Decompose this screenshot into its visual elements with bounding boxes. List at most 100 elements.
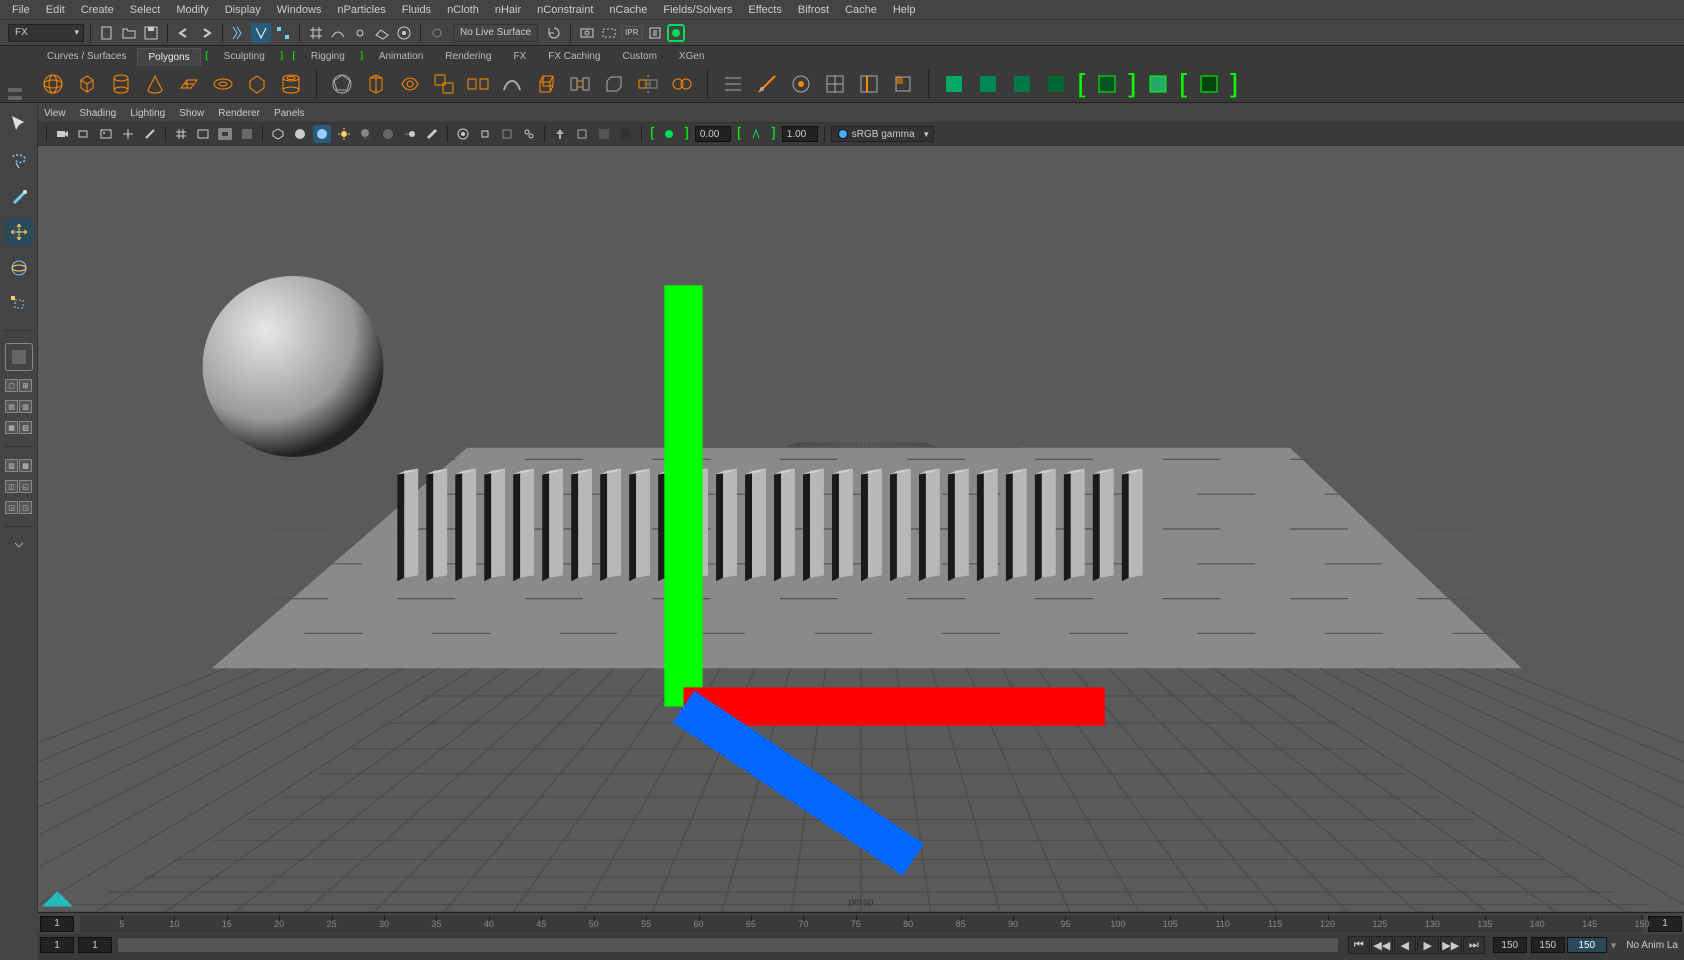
poly-platonic-icon[interactable] (329, 71, 355, 97)
exposure-lock-icon[interactable] (551, 125, 569, 143)
toolbox-collapse-icon[interactable] (5, 539, 33, 551)
menu-windows[interactable]: Windows (269, 2, 330, 18)
wireframe-icon[interactable] (269, 125, 287, 143)
current-frame-left-field[interactable] (40, 916, 74, 932)
shelf-tab-custom[interactable]: Custom (611, 47, 667, 66)
film-gate-icon[interactable] (194, 125, 212, 143)
exposure-field[interactable] (695, 126, 731, 142)
step-back-button[interactable]: ◀◀ (1371, 936, 1393, 954)
layout-persp-icon[interactable]: ▧ (19, 421, 32, 434)
motion-blur-icon[interactable] (401, 125, 419, 143)
sculpt-1-icon[interactable] (941, 71, 967, 97)
merge-icon[interactable] (669, 71, 695, 97)
layout-hyper-icon[interactable]: ◫ (5, 480, 18, 493)
play-forward-button[interactable]: ▶ (1417, 936, 1439, 954)
gamma-field[interactable] (782, 126, 818, 142)
save-scene-icon[interactable] (141, 23, 161, 43)
menu-display[interactable]: Display (217, 2, 269, 18)
shelf-tab-rendering[interactable]: Rendering (434, 47, 502, 66)
insert-loop-icon[interactable] (856, 71, 882, 97)
rotate-tool-icon[interactable] (5, 254, 33, 282)
last-tool-icon[interactable] (5, 343, 33, 371)
make-live-icon[interactable] (427, 23, 447, 43)
current-frame-right-field[interactable] (1648, 916, 1682, 932)
sculpt-3-icon[interactable] (1009, 71, 1035, 97)
select-tool-icon[interactable] (5, 110, 33, 138)
layout-graph-icon[interactable]: ▨ (5, 459, 18, 472)
layout-single-icon[interactable]: ▢ (5, 379, 18, 392)
panel-menu-view[interactable]: View (44, 108, 66, 119)
shelf-tab-fx[interactable]: FX (502, 47, 537, 66)
image-plane-icon[interactable] (97, 125, 115, 143)
menu-nhair[interactable]: nHair (487, 2, 529, 18)
layout-uv-icon[interactable]: ◱ (19, 480, 32, 493)
shelf-tab-animation[interactable]: Animation (368, 47, 434, 66)
xray-joints-icon[interactable] (520, 125, 538, 143)
multicut-icon[interactable] (754, 71, 780, 97)
select-by-object-icon[interactable] (251, 23, 271, 43)
isolate-select-icon[interactable] (476, 125, 494, 143)
menu-nparticles[interactable]: nParticles (329, 2, 393, 18)
poly-type-icon[interactable] (363, 71, 389, 97)
bridge-icon[interactable] (567, 71, 593, 97)
menu-nconstraint[interactable]: nConstraint (529, 2, 601, 18)
menu-fields-solvers[interactable]: Fields/Solvers (655, 2, 740, 18)
perspective-viewport[interactable]: persp (38, 146, 1684, 912)
snap-grid-icon[interactable] (306, 23, 326, 43)
menu-ncache[interactable]: nCache (601, 2, 655, 18)
shelf-tab-fx-caching[interactable]: FX Caching (537, 47, 611, 66)
camera-bookmark-icon[interactable] (75, 125, 93, 143)
resolution-gate-icon[interactable] (216, 125, 234, 143)
gamma-icon[interactable] (747, 125, 765, 143)
layout-two-v-icon[interactable]: ▥ (19, 400, 32, 413)
play-back-button[interactable]: ◀ (1394, 936, 1416, 954)
sculpt-5-icon[interactable] (1094, 71, 1120, 97)
open-scene-icon[interactable] (119, 23, 139, 43)
menu-fluids[interactable]: Fluids (394, 2, 439, 18)
render-settings-icon[interactable] (645, 23, 665, 43)
sculpt-2-icon[interactable] (975, 71, 1001, 97)
sculpt-4-icon[interactable] (1043, 71, 1069, 97)
quad-draw-icon[interactable] (890, 71, 916, 97)
redo-icon[interactable] (196, 23, 216, 43)
snap-plane-icon[interactable] (372, 23, 392, 43)
gate-mask-icon[interactable] (238, 125, 256, 143)
layout-two-h-icon[interactable]: ▤ (5, 400, 18, 413)
use-all-lights-icon[interactable] (335, 125, 353, 143)
menu-set-dropdown[interactable]: FX (8, 24, 84, 42)
playback-end-field[interactable] (1493, 937, 1527, 953)
edge-flow-icon[interactable] (720, 71, 746, 97)
layout-dope-icon[interactable]: ▩ (19, 459, 32, 472)
move-tool-icon[interactable] (5, 218, 33, 246)
color-pot-icon[interactable] (617, 125, 635, 143)
exposure-icon[interactable] (660, 125, 678, 143)
panel-menu-shading[interactable]: Shading (80, 108, 117, 119)
paint-select-tool-icon[interactable] (5, 182, 33, 210)
go-end-button[interactable]: ⏭ (1463, 936, 1485, 954)
panel-menu-show[interactable]: Show (179, 108, 204, 119)
go-start-button[interactable]: ⏮ (1348, 936, 1370, 954)
shelf-tab-scroll-icon[interactable] (8, 88, 22, 92)
menu-bifrost[interactable]: Bifrost (790, 2, 837, 18)
extrude-icon[interactable] (533, 71, 559, 97)
layout-outliner-icon[interactable]: ▦ (5, 421, 18, 434)
mirror-icon[interactable] (635, 71, 661, 97)
step-forward-button[interactable]: ▶▶ (1440, 936, 1462, 954)
poly-sphere-icon[interactable] (40, 71, 66, 97)
shelf-tab-rigging[interactable]: Rigging (300, 47, 356, 66)
grid-toggle-icon[interactable] (172, 125, 190, 143)
new-scene-icon[interactable] (97, 23, 117, 43)
xray-icon[interactable] (498, 125, 516, 143)
sculpt-7-icon[interactable] (1196, 71, 1222, 97)
anim-start-field[interactable] (40, 937, 74, 953)
textured-icon[interactable] (313, 125, 331, 143)
menu-select[interactable]: Select (122, 2, 169, 18)
shelf-tab-curves-surfaces[interactable]: Curves / Surfaces (36, 47, 137, 66)
layout-script-icon[interactable]: ◲ (5, 501, 18, 514)
sculpt-6-icon[interactable] (1145, 71, 1171, 97)
live-surface-field[interactable]: No Live Surface (453, 24, 538, 42)
anim-end-field[interactable] (1531, 937, 1565, 953)
view-transform-dropdown[interactable]: sRGB gamma (831, 126, 934, 142)
shelf-options-icon[interactable] (8, 96, 22, 100)
bevel-icon[interactable] (601, 71, 627, 97)
